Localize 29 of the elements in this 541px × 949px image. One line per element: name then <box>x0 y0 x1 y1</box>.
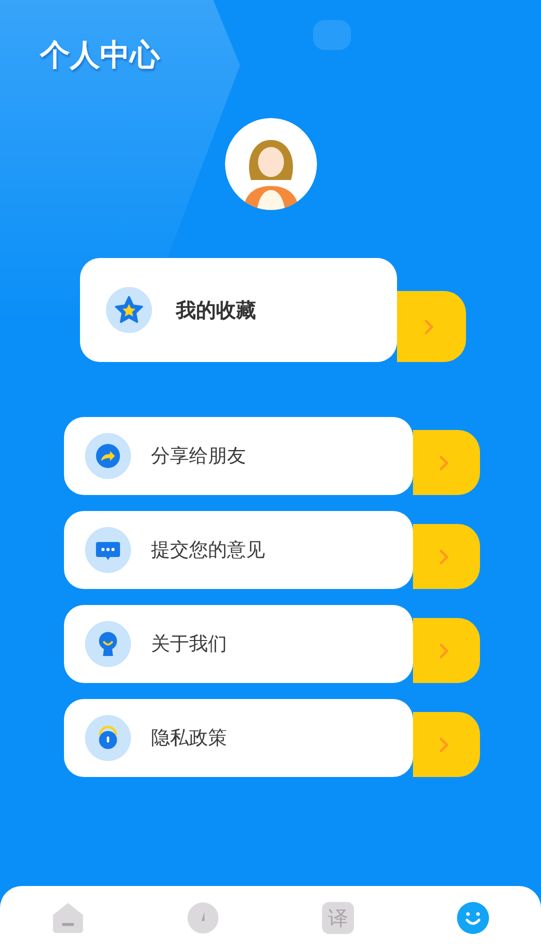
item-label: 隐私政策 <box>151 726 227 751</box>
arrow-button[interactable] <box>413 524 480 589</box>
person-icon <box>85 621 131 667</box>
arrow-button[interactable] <box>413 712 480 777</box>
item-label: 关于我们 <box>151 632 227 657</box>
arrow-button[interactable] <box>413 430 480 495</box>
compass-icon[interactable] <box>186 902 219 934</box>
menu-item[interactable]: 分享给朋友 <box>64 417 413 495</box>
menu-item[interactable]: 隐私政策 <box>64 699 413 777</box>
chevron-icon <box>439 642 449 658</box>
favorites-item[interactable]: 我的收藏 <box>80 258 397 362</box>
smiley-icon[interactable] <box>457 902 490 934</box>
arrow-button[interactable] <box>397 291 466 362</box>
chevron-icon <box>439 454 449 470</box>
item-label: 提交您的意见 <box>151 538 265 563</box>
chevron-icon <box>424 318 434 334</box>
home-icon[interactable] <box>52 902 84 934</box>
item-label: 分享给朋友 <box>151 444 246 469</box>
menu-item[interactable]: 关于我们 <box>64 605 413 683</box>
item-label: 我的收藏 <box>176 296 256 324</box>
chevron-icon <box>439 548 449 564</box>
arrow-button[interactable] <box>413 618 480 683</box>
page-title: 个人中心 <box>40 38 160 74</box>
chevron-icon <box>439 736 449 752</box>
chat-icon <box>85 527 131 573</box>
share-icon <box>85 433 131 479</box>
menu-item[interactable]: 提交您的意见 <box>64 511 413 589</box>
lock-icon <box>85 715 131 761</box>
bubble-shape <box>313 20 351 50</box>
